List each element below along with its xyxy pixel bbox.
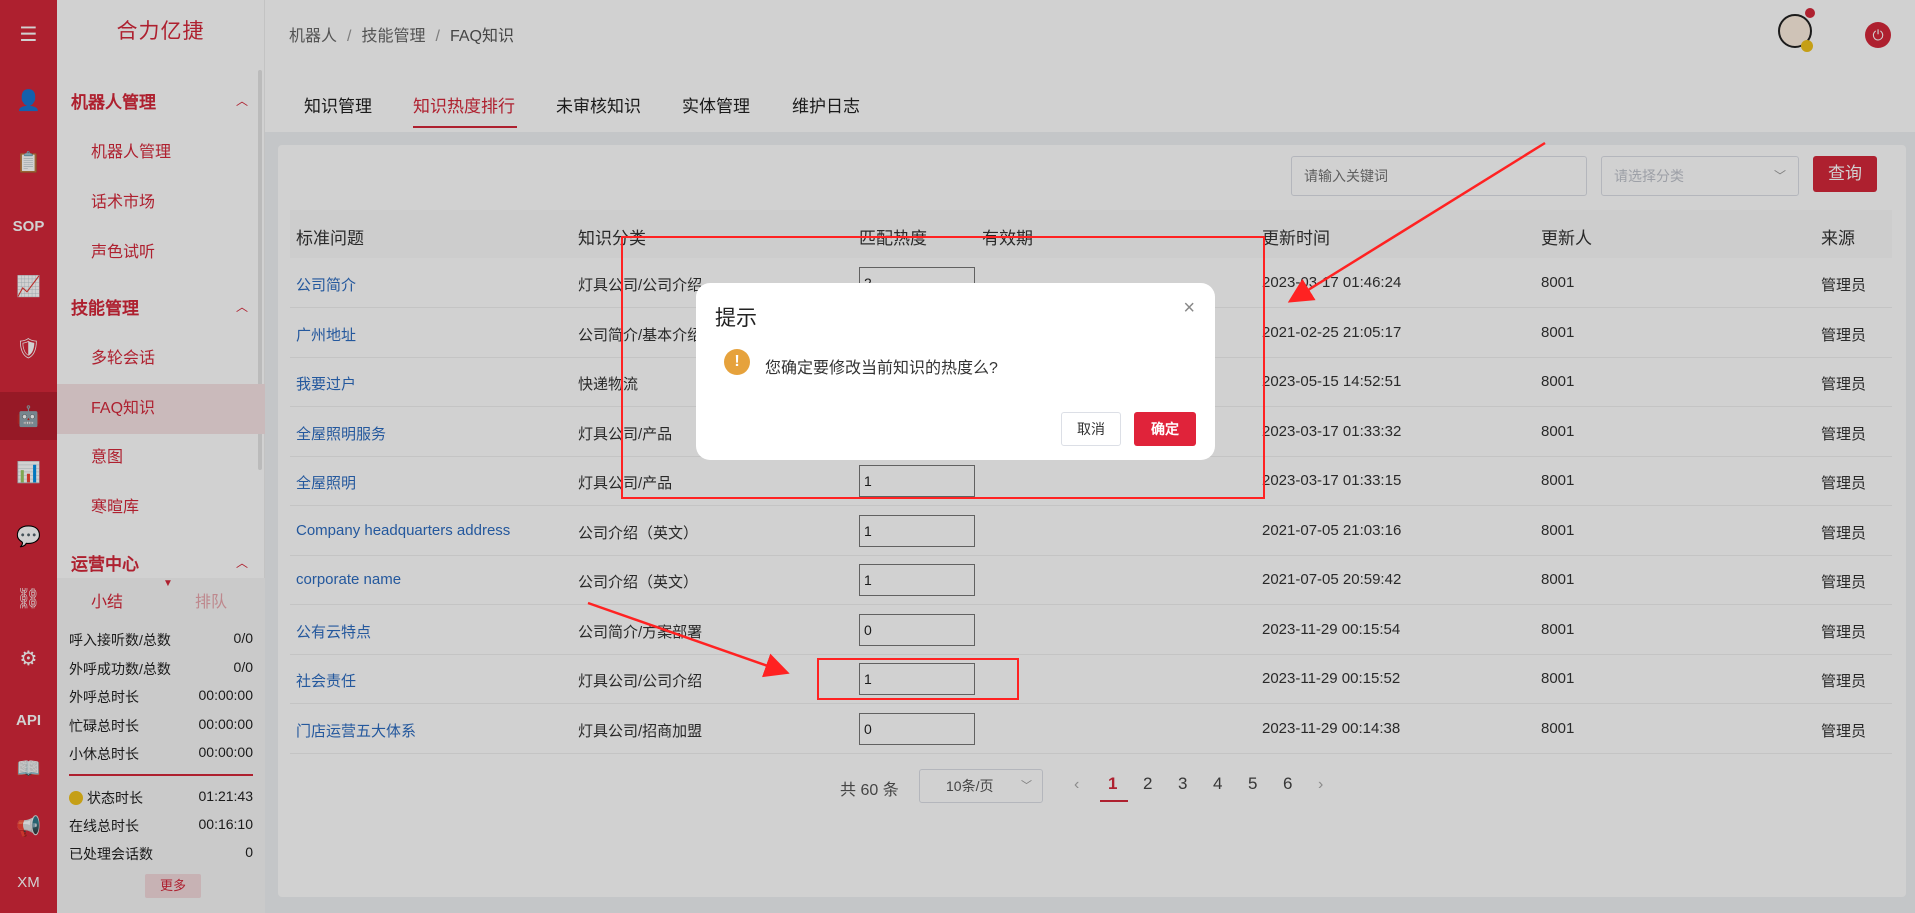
annotation-arrow-bottom [587, 601, 790, 678]
annotation-arrows [587, 141, 1546, 678]
annotation-arrow-top [1287, 141, 1546, 303]
